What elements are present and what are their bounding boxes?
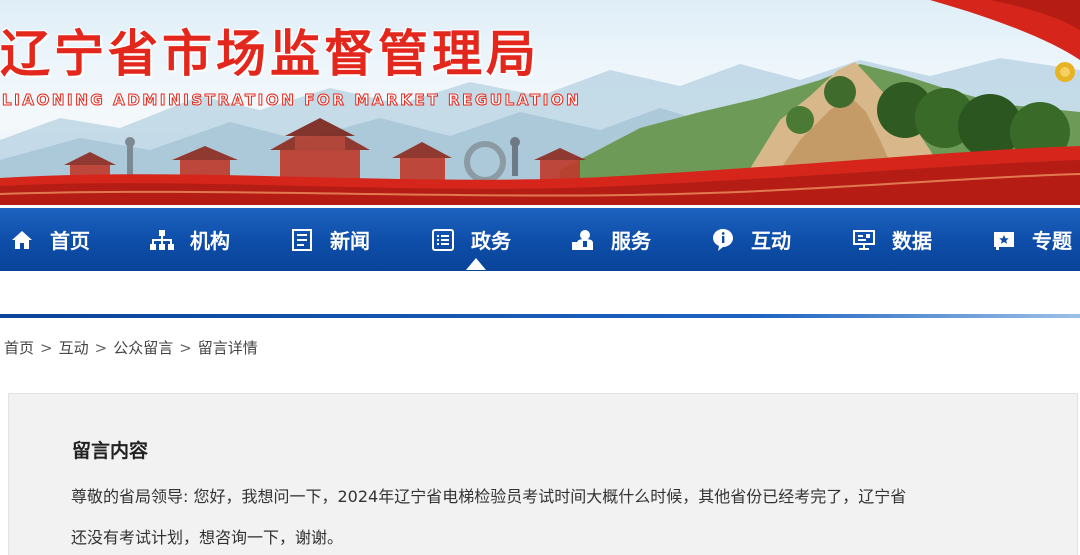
message-heading: 留言内容 — [72, 440, 149, 462]
breadcrumb-separator: > — [94, 338, 108, 357]
nav-item-label: 新闻 — [330, 229, 370, 253]
news-icon — [290, 228, 314, 252]
nav-item-topic[interactable]: 专题 — [992, 208, 1072, 271]
breadcrumb-public-messages[interactable]: 公众留言 — [113, 337, 173, 358]
nav-item-interact[interactable]: 互动 — [711, 208, 791, 271]
list-icon — [431, 228, 455, 252]
breadcrumb: 首页 > 互动 > 公众留言 > 留言详情 — [4, 337, 258, 358]
message-body: 尊敬的省局领导: 您好，我想问一下，2024年辽宁省电梯检验员考试时间大概什么时… — [71, 476, 1021, 555]
message-line: 还没有考试计划，想咨询一下，谢谢。 — [71, 528, 344, 547]
nav-item-label: 机构 — [190, 229, 230, 253]
data-icon — [852, 228, 876, 252]
info-icon — [711, 228, 735, 252]
org-chart-icon — [150, 228, 174, 252]
breadcrumb-separator: > — [40, 338, 53, 357]
breadcrumb-separator: > — [179, 338, 192, 357]
home-icon — [10, 228, 34, 252]
active-nav-caret — [466, 258, 486, 270]
nav-item-label: 数据 — [892, 229, 932, 253]
nav-item-label: 首页 — [50, 229, 90, 253]
nav-item-label: 互动 — [751, 229, 791, 253]
main-nav: 首页 机构 新闻 政务 服务 互动 数据 专题 — [0, 205, 1080, 271]
breadcrumb-current: 留言详情 — [197, 339, 258, 357]
nav-item-data[interactable]: 数据 — [852, 208, 932, 271]
nav-item-news[interactable]: 新闻 — [290, 208, 370, 271]
site-title: 辽宁省市场监督管理局 — [0, 25, 540, 83]
message-line: 尊敬的省局领导: 您好，我想问一下，2024年辽宁省电梯检验员考试时间大概什么时… — [71, 487, 907, 506]
service-icon — [571, 228, 595, 252]
topic-icon — [992, 228, 1016, 252]
site-subtitle: LIAONING ADMINISTRATION FOR MARKET REGUL… — [1, 91, 582, 110]
nav-item-label: 专题 — [1032, 229, 1072, 253]
nav-item-service[interactable]: 服务 — [571, 208, 651, 271]
breadcrumb-interact[interactable]: 互动 — [59, 337, 89, 358]
breadcrumb-home[interactable]: 首页 — [4, 337, 34, 358]
nav-item-org[interactable]: 机构 — [150, 208, 230, 271]
nav-item-home[interactable]: 首页 — [10, 208, 90, 271]
nav-item-label: 服务 — [611, 229, 651, 253]
message-panel: 留言内容 尊敬的省局领导: 您好，我想问一下，2024年辽宁省电梯检验员考试时间… — [8, 393, 1078, 555]
content-divider — [0, 314, 1080, 318]
site-banner: 辽宁省市场监督管理局 LIAONING ADMINISTRATION FOR M… — [0, 0, 1080, 205]
nav-item-label: 政务 — [471, 229, 511, 253]
